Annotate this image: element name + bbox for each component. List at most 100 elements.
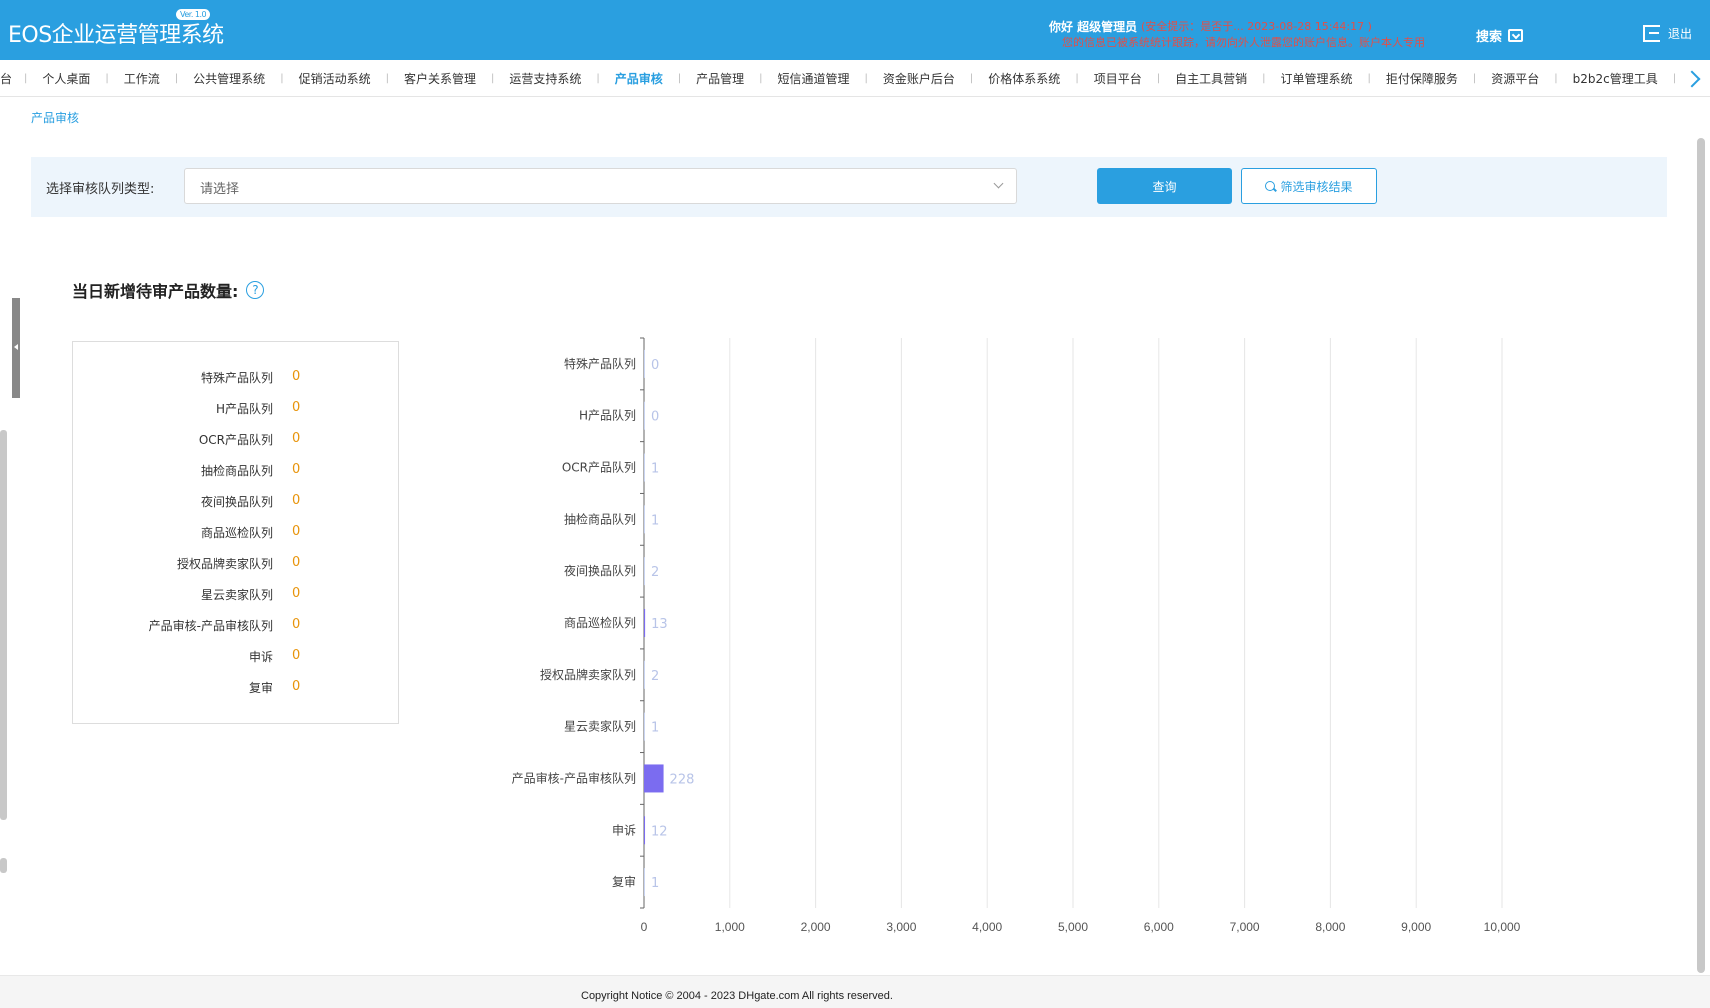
queue-type-select[interactable]: 请选择 xyxy=(184,168,1017,204)
bar-value-label: 0 xyxy=(651,410,659,425)
nav-item-label: 客户关系管理 xyxy=(403,71,476,86)
count-label: 产品审核-产品审核队列 xyxy=(148,619,273,633)
y-category-label: 抽检商品队列 xyxy=(564,511,636,526)
nav-item[interactable]: 运营支持系统 | xyxy=(494,70,599,87)
bar-value-label: 1 xyxy=(651,513,659,528)
nav-item-label: 项目平台 xyxy=(1093,71,1142,86)
bar-value-label: 13 xyxy=(651,617,668,632)
x-tick-label: 6,000 xyxy=(1144,920,1174,934)
nav-item-label: 产品审核 xyxy=(614,71,663,86)
y-category-label: 特殊产品队列 xyxy=(564,356,636,371)
account-notice: 您的信息已被系统统计跟踪，请勿向外人泄露您的账户信息。账户本人专用 xyxy=(1062,36,1425,49)
nav-item[interactable]: 价格体系系统 | xyxy=(973,70,1078,87)
nav-item[interactable]: 自主工具营销 | xyxy=(1160,70,1265,87)
bar xyxy=(644,557,645,586)
y-category-label: 商品巡检队列 xyxy=(564,615,636,630)
chart-svg: 0 1,000 2,000 3,000 4,000 5,000 6,000 7,000 8,00… xyxy=(512,337,1521,934)
search-button[interactable]: 搜索 xyxy=(1476,26,1524,45)
select-placeholder: 请选择 xyxy=(200,182,240,197)
y-category-label: 复审 xyxy=(612,874,636,889)
bar xyxy=(644,712,645,741)
filter-results-button[interactable]: 筛选审核结果 xyxy=(1241,168,1377,204)
bar-value-label: 1 xyxy=(651,876,659,891)
count-label: H产品队列 xyxy=(215,402,273,416)
nav-item[interactable]: 台 | xyxy=(0,70,27,87)
count-label: 抽检商品队列 xyxy=(200,464,273,478)
queue-bar-chart: 0 1,000 2,000 3,000 4,000 5,000 6,000 7,000 8,00… xyxy=(480,330,1580,940)
logout-label: 退出 xyxy=(1668,27,1693,41)
count-label: 授权品牌卖家队列 xyxy=(176,557,273,571)
bar xyxy=(644,349,645,378)
count-value: 0 xyxy=(292,617,301,632)
nav-item-label: 运营支持系统 xyxy=(509,71,582,86)
nav-item[interactable]: 资金账户后台 | xyxy=(868,70,973,87)
y-category-label: 申诉 xyxy=(612,823,636,837)
nav-item[interactable]: 项目平台 | xyxy=(1079,70,1160,87)
queue-type-label: 选择审核队列类型: xyxy=(46,182,155,197)
bar xyxy=(644,609,646,637)
y-category-label: 夜间换品队列 xyxy=(564,563,636,578)
nav-item[interactable]: 产品审核 | xyxy=(600,70,681,87)
count-panel: 特殊产品队列 0 H产品队列 0 OCR产品队列 0 抽检商品队列 0 夜间换品队列 0 商品巡检队… xyxy=(72,341,399,724)
nav-item[interactable]: b2b2c管理工具 | xyxy=(1558,70,1676,87)
nav-item[interactable]: 拒付保障服务 | xyxy=(1371,70,1476,87)
sidebar-toggle-handle[interactable] xyxy=(12,298,20,398)
nav-item-label: 工作流 xyxy=(123,71,160,86)
nav-item[interactable]: 客户关系管理 | xyxy=(389,70,494,87)
nav-item[interactable]: 资源平台 | xyxy=(1476,70,1557,87)
bar-value-label: 12 xyxy=(651,824,668,839)
count-value: 0 xyxy=(292,369,301,384)
app-header: EOS企业运营管理系统 Ver. 1.0 你好 超级管理员 (安全提示：是否于.… xyxy=(0,0,1710,60)
count-label: 特殊产品队列 xyxy=(200,371,273,385)
security-notice: (安全提示：是否于... 2023-08-28 15:44:17 ) xyxy=(1141,20,1372,33)
bar-value-label: 2 xyxy=(651,565,659,580)
bar xyxy=(644,868,645,897)
section-title: 当日新增待审产品数量: ? xyxy=(72,278,265,302)
version-badge: Ver. 1.0 xyxy=(176,9,211,20)
nav-item-label: 个人桌面 xyxy=(42,71,91,86)
nav-item-label: 台 xyxy=(0,71,13,86)
help-icon[interactable]: ? xyxy=(246,281,265,299)
nav-item[interactable]: 短信通道管理 | xyxy=(763,70,868,87)
count-value: 0 xyxy=(292,493,301,508)
x-tick-label: 4,000 xyxy=(972,920,1002,934)
bar xyxy=(644,764,664,793)
x-tick-label: 5,000 xyxy=(1058,920,1088,934)
bar xyxy=(644,453,645,482)
nav-item-label: 价格体系系统 xyxy=(988,71,1061,86)
count-value: 0 xyxy=(292,400,301,415)
nav-item-label: 公共管理系统 xyxy=(193,71,266,86)
nav-item-label: 订单管理系统 xyxy=(1280,71,1353,86)
user-greeting: 你好 超级管理员 xyxy=(1049,20,1138,34)
query-button[interactable]: 查询 xyxy=(1097,168,1232,204)
nav-item[interactable]: 工作流 | xyxy=(109,70,178,87)
y-category-label: 授权品牌卖家队列 xyxy=(540,667,636,682)
nav-item-label: 促销活动系统 xyxy=(298,71,371,86)
breadcrumb[interactable]: 产品审核 xyxy=(31,109,79,126)
x-tick-label: 8,000 xyxy=(1315,920,1345,934)
app-logo[interactable]: EOS企业运营管理系统 Ver. 1.0 xyxy=(8,9,224,49)
left-scrollbar-thumb[interactable] xyxy=(0,858,7,873)
bar-value-label: 228 xyxy=(670,772,695,787)
nav-item-label: 资金账户后台 xyxy=(882,71,955,86)
nav-item[interactable]: 促销活动系统 | xyxy=(284,70,389,87)
bar-value-label: 1 xyxy=(651,462,659,477)
nav-item[interactable]: 产品管理 | xyxy=(681,70,762,87)
count-label: 复审 xyxy=(248,681,273,695)
nav-item[interactable]: 订单管理系统 | xyxy=(1265,70,1370,87)
bar-value-label: 0 xyxy=(651,358,659,373)
nav-item[interactable]: 个人桌面 | xyxy=(27,70,108,87)
x-tick-label: 7,000 xyxy=(1230,920,1260,934)
left-scrollbar[interactable] xyxy=(0,430,7,820)
count-label: 星云卖家队列 xyxy=(200,588,273,602)
count-value: 0 xyxy=(292,648,301,663)
filter-bar: 选择审核队列类型: 请选择 查询 筛选审核结果 xyxy=(31,157,1667,217)
logout-button[interactable]: 退出 xyxy=(1643,25,1692,42)
right-scrollbar[interactable] xyxy=(1697,138,1705,973)
top-nav: 台 | 个人桌面 | 工作流 | 公共管理系统 | 促销活动系统 | 客户关系管理 | 运营支持系统 | 产… xyxy=(0,60,1710,97)
y-category-label: 星云卖家队列 xyxy=(564,719,636,734)
filter-results-label: 筛选审核结果 xyxy=(1280,179,1353,194)
y-category-label: OCR产品队列 xyxy=(562,460,636,475)
nav-item[interactable]: 公共管理系统 | xyxy=(178,70,283,87)
x-tick-label: 10,000 xyxy=(1484,920,1521,934)
